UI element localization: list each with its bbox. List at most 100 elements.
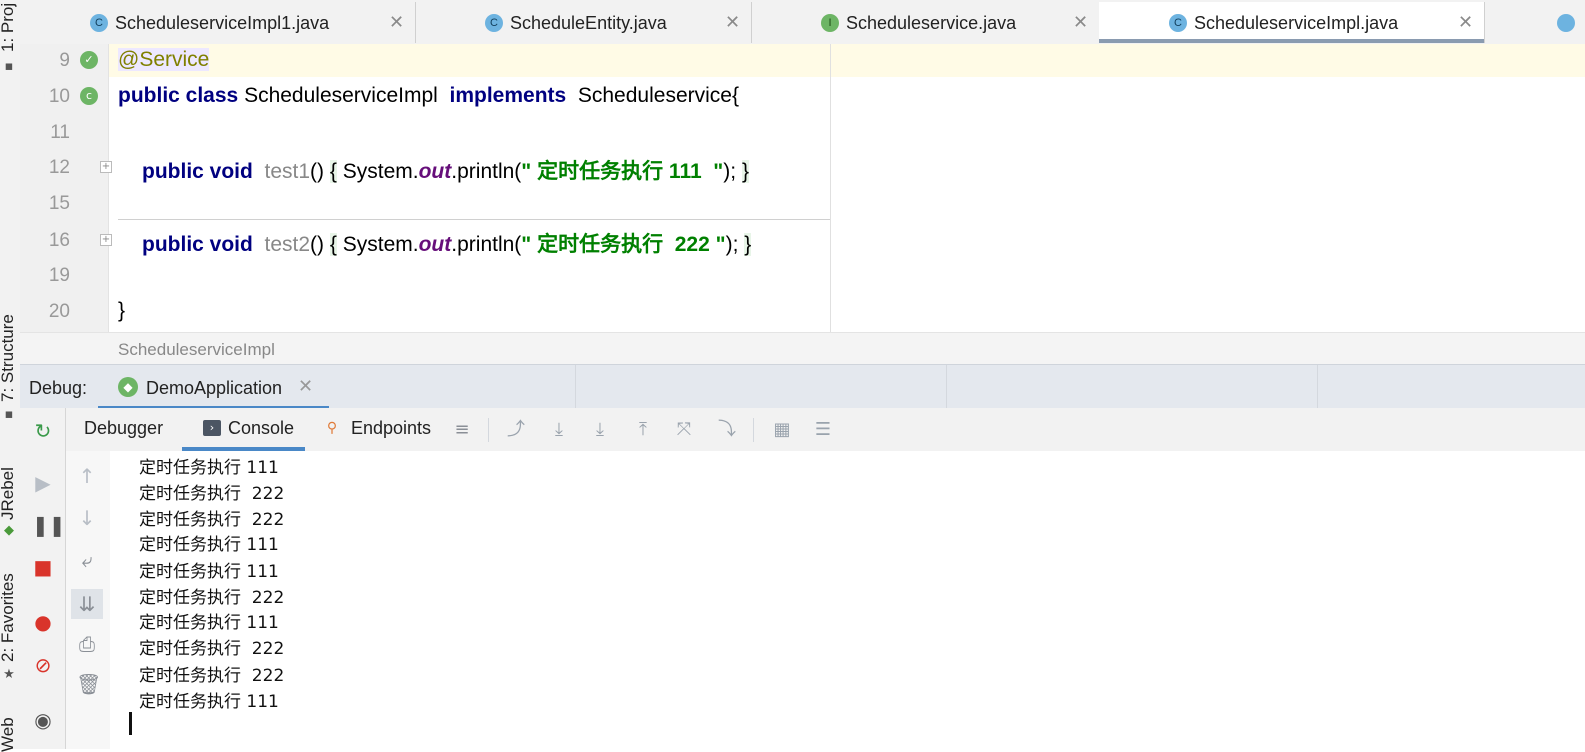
console-line: 定时任务执行 222	[139, 588, 285, 608]
close-icon[interactable]: ✕	[389, 12, 404, 33]
class-name-token: ScheduleserviceImpl	[244, 84, 438, 107]
tab-label: ScheduleserviceImpl1.java	[115, 13, 330, 33]
keyword-token: public void	[142, 233, 253, 256]
mute-breakpoints-icon[interactable]: ⊘	[32, 654, 54, 676]
system-token: System.	[342, 233, 419, 256]
console-line: 定时任务执行 222	[139, 666, 285, 686]
code-line-10[interactable]: public class ScheduleserviceImpl impleme…	[118, 84, 739, 108]
code-line-16[interactable]: public void test2() { System.out.println…	[142, 228, 752, 258]
right-margin-guide	[830, 44, 831, 332]
console-icon: ›	[203, 420, 221, 436]
end-token: );	[725, 233, 739, 256]
project-tool-window-button[interactable]: 1: Proj	[0, 3, 18, 52]
close-icon[interactable]: ✕	[725, 12, 740, 33]
spring-bean-icon[interactable]: ✓	[80, 51, 98, 69]
tab-scheduleserviceimpl[interactable]: C ScheduleserviceImpl.java ✕	[1099, 2, 1485, 43]
rerun-icon[interactable]: ↻	[32, 420, 54, 442]
divider	[946, 365, 947, 409]
structure-tool-window-button[interactable]: 7: Structure	[0, 314, 18, 402]
line-number: 15	[48, 193, 70, 214]
keyword-token: public void	[142, 160, 253, 183]
jrebel-icon: ◆	[4, 523, 14, 538]
step-over-icon[interactable]: ⤓	[548, 420, 570, 440]
trace-stream-icon[interactable]: ☰	[812, 420, 834, 440]
console-line: 定时任务执行 111	[139, 692, 279, 712]
class-icon: C	[1169, 14, 1187, 32]
evaluate-expression-icon[interactable]: ▦	[771, 420, 793, 440]
debug-side-toolbar: ↻ ▶ ❚❚ ■ ● ⊘ ◉	[20, 408, 66, 749]
down-arrow-icon[interactable]: ↓	[76, 507, 98, 529]
code-line-20[interactable]: }	[118, 299, 125, 323]
text-caret	[129, 712, 132, 735]
fold-toggle-icon[interactable]: +	[100, 161, 112, 173]
run-config-label: DemoApplication	[146, 378, 283, 398]
soft-wrap-icon[interactable]: ⤶	[76, 549, 98, 571]
jrebel-tool-window-button[interactable]: JRebel	[0, 467, 18, 520]
close-icon[interactable]: ✕	[1073, 12, 1088, 33]
web-tool-window-button[interactable]: Web	[0, 717, 18, 752]
tab-scheduleservice[interactable]: I Scheduleservice.java ✕	[751, 2, 1100, 43]
spring-bean-class-icon[interactable]: c	[80, 87, 98, 105]
view-breakpoints-icon[interactable]: ●	[32, 611, 54, 633]
console-output[interactable]: 定时任务执行 111 定时任务执行 222 定时任务执行 222 定时任务执行 …	[110, 451, 1585, 749]
resume-icon[interactable]: ▶	[32, 472, 54, 494]
folder-icon: ▪	[4, 59, 14, 74]
drop-frame-icon[interactable]: ⤧	[673, 420, 695, 440]
favorites-tool-window-button[interactable]: 2: Favorites	[0, 573, 18, 662]
close-icon[interactable]: ✕	[1458, 12, 1473, 33]
line-number: 20	[48, 301, 70, 322]
divider	[753, 418, 754, 442]
print-icon[interactable]: ⎙	[76, 633, 98, 655]
console-line: 定时任务执行 222	[139, 639, 285, 659]
divider	[575, 365, 576, 409]
stop-icon[interactable]: ■	[32, 556, 54, 578]
tab-scheduleserviceimpl1[interactable]: C ScheduleserviceImpl1.java ✕	[20, 2, 416, 43]
step-out-icon[interactable]: ⤒	[632, 420, 654, 440]
run-to-cursor-icon[interactable]: ⤵	[716, 420, 738, 440]
up-arrow-icon[interactable]: ↑	[76, 465, 98, 487]
breadcrumb: ScheduleserviceImpl	[20, 332, 1585, 365]
method-name-token: test1	[264, 160, 311, 183]
keyword-token: implements	[449, 84, 567, 107]
brace-token: }	[741, 160, 749, 183]
camera-icon[interactable]: ◉	[32, 709, 54, 731]
tab-label: ScheduleserviceImpl.java	[1194, 13, 1399, 33]
trash-icon[interactable]: 🗑	[76, 673, 101, 695]
star-icon: ★	[3, 667, 15, 682]
code-line-12[interactable]: public void test1() { System.out.println…	[142, 155, 749, 185]
menu-icon[interactable]: ≡	[451, 420, 473, 440]
code-line-9[interactable]: @Service	[118, 48, 210, 72]
tab-endpoints[interactable]: Endpoints	[351, 418, 431, 439]
show-execution-point-icon[interactable]: ⤴	[505, 420, 527, 440]
method-separator	[118, 219, 830, 220]
static-field-token: out	[418, 233, 452, 256]
step-into-icon[interactable]: ⤓	[589, 420, 611, 440]
tab-console[interactable]: Console	[228, 418, 294, 439]
method-call-token: .println(	[451, 233, 522, 256]
debug-toolbar: Debugger › Console ⚲ Endpoints ≡ ⤴ ⤓ ⤓ ⤒…	[66, 408, 1585, 452]
divider	[1317, 365, 1318, 409]
left-tool-strip: 1: Proj ▪ 7: Structure ▪ JRebel ◆ 2: Fav…	[0, 0, 21, 752]
keyword-token: public class	[118, 84, 239, 107]
run-config-tab[interactable]: ◆ DemoApplication ✕	[98, 365, 329, 410]
close-icon[interactable]: ✕	[298, 376, 313, 397]
tab-debugger[interactable]: Debugger	[84, 418, 163, 439]
console-side-toolbar: ↑ ↓ ⤶ ⇊ ⎙ 🗑	[66, 451, 110, 749]
scroll-to-end-icon[interactable]: ⇊	[71, 589, 103, 619]
string-token: " 定时任务执行 222 "	[521, 233, 726, 256]
debug-tool-window-header: Debug: ◆ DemoApplication ✕	[20, 364, 1585, 410]
pause-icon[interactable]: ❚❚	[32, 514, 66, 536]
tab-scheduleentity[interactable]: C ScheduleEntity.java ✕	[415, 2, 752, 43]
line-number: 11	[50, 122, 70, 143]
parens-token: ()	[310, 160, 325, 183]
console-line: 定时任务执行 111	[139, 613, 279, 633]
breadcrumb-item[interactable]: ScheduleserviceImpl	[118, 340, 275, 360]
string-token: " 定时任务执行 111 "	[521, 160, 724, 183]
tab-overflow[interactable]	[1484, 2, 1585, 43]
fold-toggle-icon[interactable]: +	[100, 234, 112, 246]
console-line: 定时任务执行 111	[139, 535, 279, 555]
editor-gutter: 9 10 11 12 15 16 19 20 ✓ c + +	[20, 44, 112, 332]
static-field-token: out	[418, 160, 452, 183]
end-token: );	[723, 160, 737, 183]
class-icon: C	[90, 14, 108, 32]
